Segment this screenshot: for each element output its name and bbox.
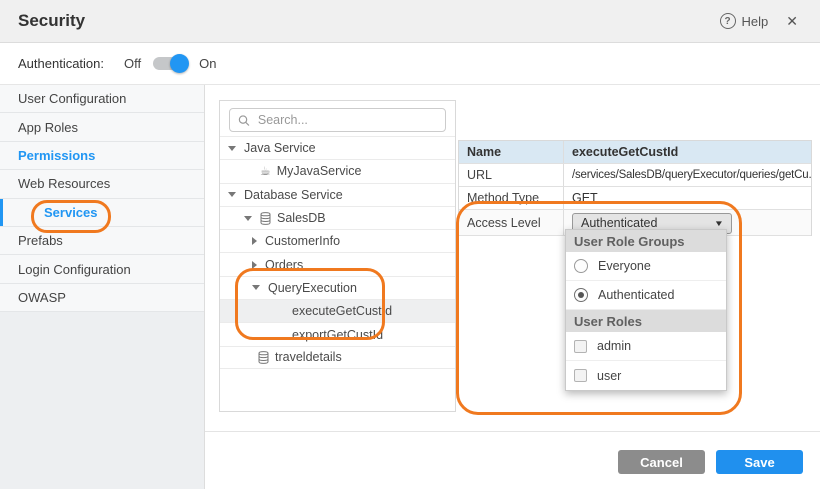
search-icon	[238, 114, 250, 127]
table-row-url: URL /services/SalesDB/queryExecutor/quer…	[459, 164, 811, 187]
option-label: user	[597, 369, 621, 383]
tree-node-label: exportGetCustId	[292, 328, 383, 342]
sidebar-item-label: App Roles	[18, 120, 78, 135]
sidebar-item-label: Prefabs	[18, 233, 63, 248]
name-value: executeGetCustId	[564, 141, 811, 163]
tree-node-database-service[interactable]: Database Service	[220, 183, 455, 206]
access-level-label: Access Level	[459, 210, 564, 235]
search-input[interactable]	[256, 112, 445, 128]
help-label: Help	[742, 14, 769, 29]
close-icon[interactable]: ✕	[784, 13, 800, 30]
sidebar-item-login-configuration[interactable]: Login Configuration	[0, 255, 204, 283]
tree-node-label: SalesDB	[277, 211, 326, 225]
method-type-label: Method Type	[459, 187, 564, 209]
option-label: admin	[597, 339, 631, 353]
database-icon	[260, 212, 271, 225]
access-level-dropdown: User Role Groups Everyone Authenticated …	[565, 229, 727, 391]
tree-node-label: traveldetails	[275, 350, 342, 364]
sidebar-item-services[interactable]: Services	[0, 199, 204, 227]
tree-node-label: executeGetCustId	[292, 304, 392, 318]
url-label: URL	[459, 164, 564, 186]
save-button[interactable]: Save	[716, 450, 803, 474]
tree-node-orders[interactable]: Orders	[220, 252, 455, 275]
option-admin[interactable]: admin	[566, 332, 726, 361]
option-label: Everyone	[598, 259, 651, 273]
tree-node-label: Java Service	[244, 141, 316, 155]
table-row-name: Name executeGetCustId	[459, 141, 811, 164]
page-title: Security	[18, 11, 85, 31]
help-button[interactable]: ? Help	[720, 13, 769, 29]
sidebar-item-label: Services	[44, 205, 98, 220]
radio-selected-icon[interactable]	[574, 288, 588, 302]
tree-node-label: Orders	[265, 258, 303, 272]
checkbox-icon[interactable]	[574, 369, 587, 382]
url-value: /services/SalesDB/queryExecutor/queries/…	[564, 164, 811, 186]
caret-right-icon[interactable]	[252, 237, 257, 245]
tree-node-exportgetcustid[interactable]: exportGetCustId	[220, 322, 455, 345]
option-authenticated[interactable]: Authenticated	[566, 281, 726, 310]
services-tree: Java Service ☕ MyJavaService Database Se…	[220, 136, 455, 369]
checkbox-icon[interactable]	[574, 340, 587, 353]
caret-right-icon[interactable]	[252, 261, 257, 269]
sidebar-item-label: Login Configuration	[18, 262, 131, 277]
sidebar-item-prefabs[interactable]: Prefabs	[0, 227, 204, 255]
name-label: Name	[459, 141, 564, 163]
dropdown-group-header: User Roles	[566, 310, 726, 332]
tree-node-queryexecution[interactable]: QueryExecution	[220, 276, 455, 299]
tree-node-executegetcustid[interactable]: executeGetCustId	[220, 299, 455, 322]
caret-down-icon[interactable]	[228, 146, 236, 151]
caret-down-icon[interactable]	[244, 216, 252, 221]
authentication-bar: Authentication: Off On	[0, 43, 820, 85]
access-level-selected-value: Authenticated	[581, 216, 657, 230]
tree-node-label: CustomerInfo	[265, 234, 340, 248]
sidebar-item-web-resources[interactable]: Web Resources	[0, 170, 204, 198]
header-actions: ? Help ✕	[720, 13, 800, 30]
tree-node-traveldetails[interactable]: traveldetails	[220, 346, 455, 369]
table-row-method-type: Method Type GET	[459, 187, 811, 210]
services-security-panel: Java Service ☕ MyJavaService Database Se…	[205, 85, 820, 489]
chevron-down-icon: ▼	[714, 219, 724, 228]
caret-down-icon[interactable]	[228, 192, 236, 197]
toggle-off-label: Off	[124, 56, 141, 71]
tree-node-customerinfo[interactable]: CustomerInfo	[220, 229, 455, 252]
authentication-toggle[interactable]	[153, 57, 185, 70]
option-everyone[interactable]: Everyone	[566, 252, 726, 281]
service-details-table: Name executeGetCustId URL /services/Sale…	[458, 140, 812, 236]
toggle-on-label: On	[199, 56, 216, 71]
tree-search-box[interactable]	[229, 108, 446, 132]
tree-node-label: QueryExecution	[268, 281, 357, 295]
sidebar-item-label: OWASP	[18, 290, 66, 305]
sidebar-item-label: User Configuration	[18, 91, 126, 106]
services-tree-panel: Java Service ☕ MyJavaService Database Se…	[219, 100, 456, 412]
dropdown-group-header: User Role Groups	[566, 230, 726, 252]
method-type-value: GET	[564, 187, 811, 209]
java-coffee-icon: ☕	[260, 165, 271, 177]
sidebar-item-permissions[interactable]: Permissions	[0, 142, 204, 170]
tree-node-salesdb[interactable]: SalesDB	[220, 206, 455, 229]
database-icon	[258, 351, 269, 364]
tree-node-myjavaservice[interactable]: ☕ MyJavaService	[220, 159, 455, 182]
tree-node-label: MyJavaService	[277, 164, 362, 178]
cancel-button[interactable]: Cancel	[618, 450, 705, 474]
toggle-knob[interactable]	[170, 54, 189, 73]
tree-node-java-service[interactable]: Java Service	[220, 136, 455, 159]
dialog-header: Security ? Help ✕	[0, 0, 820, 43]
option-user[interactable]: user	[566, 361, 726, 390]
tree-node-label: Database Service	[244, 188, 343, 202]
radio-unselected-icon[interactable]	[574, 259, 588, 273]
sidebar-item-app-roles[interactable]: App Roles	[0, 113, 204, 141]
footer-divider	[205, 431, 820, 432]
settings-sidebar: User Configuration App Roles Permissions…	[0, 85, 205, 489]
sidebar-item-label: Permissions	[18, 148, 95, 163]
sidebar-item-label: Web Resources	[18, 176, 110, 191]
option-label: Authenticated	[598, 288, 674, 302]
caret-down-icon[interactable]	[252, 285, 260, 290]
sidebar-item-user-configuration[interactable]: User Configuration	[0, 85, 204, 113]
authentication-label: Authentication:	[18, 56, 104, 71]
help-question-icon: ?	[720, 13, 736, 29]
sidebar-item-owasp[interactable]: OWASP	[0, 284, 204, 312]
